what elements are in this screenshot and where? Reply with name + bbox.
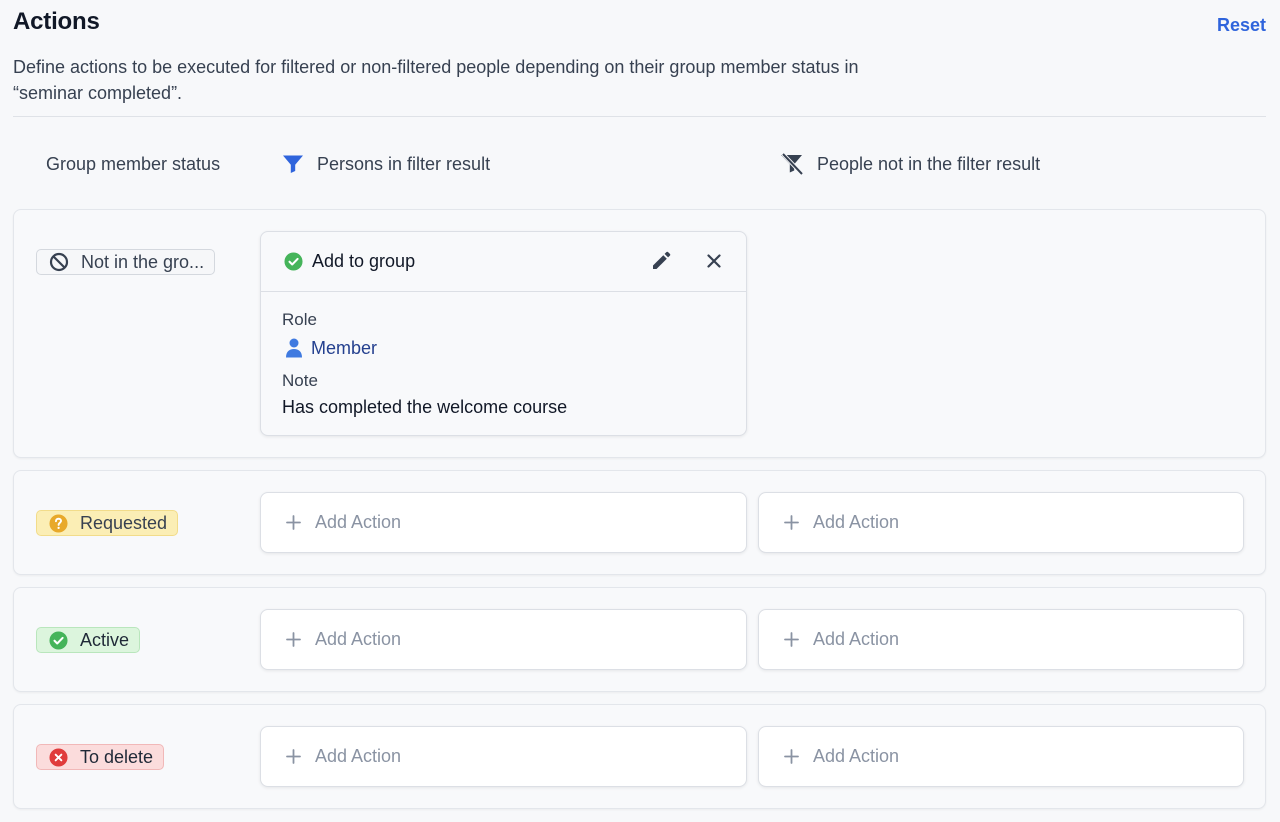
- status-badge-label: Requested: [80, 512, 168, 533]
- add-action-label: Add Action: [315, 746, 402, 766]
- add-action-label: Add Action: [315, 629, 402, 649]
- status-badge: Requested: [36, 510, 179, 536]
- status-row-requested: Requested Add Action Add Action: [13, 470, 1266, 575]
- column-header-filtered: Persons in filter result: [282, 152, 490, 176]
- check-circle-icon: [284, 252, 303, 271]
- column-header-status: Group member status: [46, 152, 220, 176]
- plus-icon: [286, 632, 301, 647]
- action-card-title: Add to group: [312, 251, 416, 271]
- action-card-header: Add to group: [261, 232, 746, 292]
- status-row-to-delete: To delete Add Action Add Action: [13, 704, 1266, 809]
- plus-icon: [286, 515, 301, 530]
- note-label: Note: [282, 371, 318, 390]
- block-icon: [49, 252, 69, 272]
- action-card-body: Role Member Note Has completed the welco…: [261, 292, 746, 436]
- reset-button[interactable]: Reset: [1217, 15, 1266, 36]
- role-label: Role: [282, 310, 317, 329]
- plus-icon: [286, 749, 301, 764]
- filter-off-icon: [781, 153, 804, 175]
- status-badge-label: Not in the gro...: [81, 251, 205, 272]
- page-description: Define actions to be executed for filter…: [13, 57, 859, 103]
- add-action-filtered-button[interactable]: Add Action: [260, 726, 747, 787]
- close-icon: [707, 254, 721, 268]
- check-circle-icon: [49, 630, 68, 650]
- role-value[interactable]: Member: [282, 336, 725, 360]
- remove-action-button[interactable]: [706, 253, 722, 269]
- person-icon: [286, 338, 302, 358]
- status-badge-label: To delete: [80, 746, 154, 767]
- add-action-nonfiltered-button[interactable]: Add Action: [758, 492, 1244, 553]
- pencil-icon: [653, 251, 671, 269]
- add-action-nonfiltered-button[interactable]: Add Action: [758, 609, 1244, 670]
- header-divider: [13, 116, 1266, 117]
- role-value-label: Member: [311, 337, 378, 358]
- add-action-label: Add Action: [813, 746, 900, 766]
- x-circle-icon: [49, 747, 68, 767]
- add-action-label: Add Action: [315, 512, 402, 532]
- plus-icon: [784, 632, 799, 647]
- status-badge: To delete: [36, 744, 165, 770]
- add-action-label: Add Action: [813, 629, 900, 649]
- add-action-nonfiltered-button[interactable]: Add Action: [758, 726, 1244, 787]
- filter-icon: [283, 155, 303, 173]
- status-badge: Not in the gro...: [36, 249, 216, 275]
- plus-icon: [784, 515, 799, 530]
- status-badge-label: Active: [80, 629, 130, 650]
- edit-action-button[interactable]: [650, 250, 672, 272]
- plus-icon: [784, 749, 799, 764]
- column-header-filtered-label: Persons in filter result: [317, 153, 491, 174]
- note-value: Has completed the welcome course: [282, 397, 568, 417]
- column-header-nonfiltered: People not in the filter result: [780, 152, 1040, 176]
- page-title: Actions: [13, 8, 100, 35]
- status-row-not-in-group: Not in the gro... Add to group Role Memb…: [13, 209, 1266, 458]
- add-action-label: Add Action: [813, 512, 900, 532]
- status-badge: Active: [36, 627, 141, 653]
- column-header-nonfiltered-label: People not in the filter result: [817, 153, 1041, 174]
- column-header-status-label: Group member status: [46, 153, 221, 174]
- status-row-active: Active Add Action Add Action: [13, 587, 1266, 692]
- action-card-add-to-group: Add to group Role Member Note Has comple…: [260, 231, 747, 436]
- add-action-filtered-button[interactable]: Add Action: [260, 609, 747, 670]
- add-action-filtered-button[interactable]: Add Action: [260, 492, 747, 553]
- question-icon: [49, 513, 68, 533]
